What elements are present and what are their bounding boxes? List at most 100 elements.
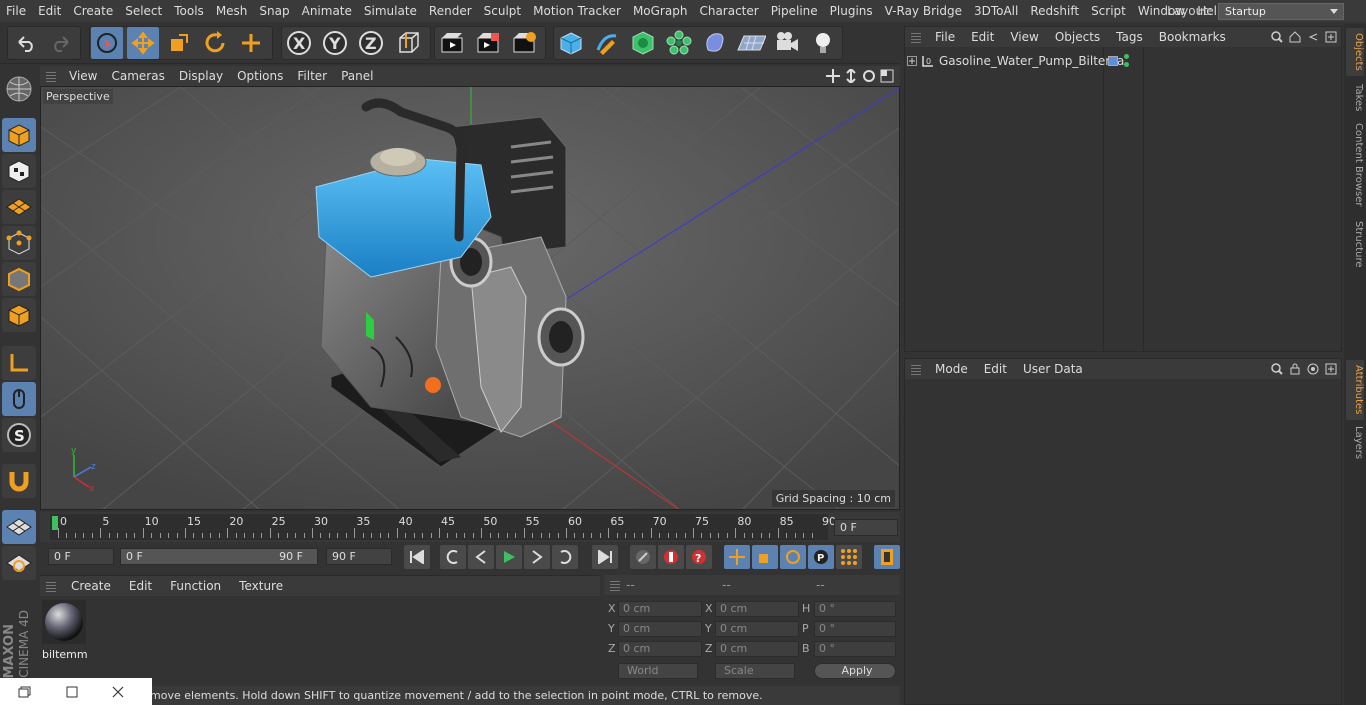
- scale-tool-icon[interactable]: [163, 27, 195, 59]
- material-menu-edit[interactable]: Edit: [120, 579, 161, 593]
- points-mode-icon[interactable]: [2, 226, 36, 260]
- menu-plugins[interactable]: Plugins: [824, 4, 879, 18]
- size-x-field[interactable]: 0 cm: [715, 601, 799, 617]
- live-selection-icon[interactable]: [91, 27, 123, 59]
- key-parameter-icon[interactable]: P: [808, 545, 834, 569]
- coordinate-system-icon[interactable]: [393, 27, 425, 59]
- menu-create[interactable]: Create: [67, 4, 119, 18]
- x-axis-lock-icon[interactable]: X: [283, 27, 315, 59]
- tab-layers[interactable]: Layers: [1346, 424, 1364, 462]
- attributes-menu-edit[interactable]: Edit: [976, 362, 1015, 376]
- render-visibility-dot[interactable]: [1124, 62, 1129, 67]
- objects-menu-bookmarks[interactable]: Bookmarks: [1151, 30, 1234, 44]
- objects-menu-tags[interactable]: Tags: [1108, 30, 1151, 44]
- viewport-menu-cameras[interactable]: Cameras: [104, 69, 171, 83]
- objects-menu-file[interactable]: File: [927, 30, 963, 44]
- lock-icon[interactable]: [1289, 363, 1301, 375]
- edges-mode-icon[interactable]: [2, 262, 36, 296]
- material-thumbnail[interactable]: biltemm: [42, 600, 88, 661]
- tweak-mode-icon[interactable]: [2, 382, 36, 416]
- render-view-icon[interactable]: [436, 27, 468, 59]
- menu-pipeline[interactable]: Pipeline: [765, 4, 824, 18]
- timeline-ruler[interactable]: 0 5 10 15 20 25 30 35 40 45 50 55 60 65 70 75 80 85 90 0 F: [40, 512, 900, 542]
- go-to-start-icon[interactable]: [404, 545, 430, 569]
- menu-file[interactable]: File: [0, 4, 32, 18]
- restore-icon[interactable]: [18, 686, 32, 698]
- play-forward-icon[interactable]: [496, 545, 522, 569]
- render-settings-icon[interactable]: [508, 27, 540, 59]
- drag-handle-icon[interactable]: [911, 31, 921, 43]
- display-color-tag[interactable]: [1108, 56, 1118, 66]
- polygons-mode-icon[interactable]: [2, 298, 36, 332]
- light-object-icon[interactable]: [807, 27, 839, 59]
- model-mode-icon[interactable]: [2, 118, 36, 152]
- material-menu-create[interactable]: Create: [62, 579, 120, 593]
- rotate-tool-icon[interactable]: [199, 27, 231, 59]
- key-position-icon[interactable]: [724, 545, 750, 569]
- key-pla-icon[interactable]: [836, 545, 862, 569]
- timeline-window-icon[interactable]: [874, 545, 900, 569]
- material-menu-function[interactable]: Function: [161, 579, 230, 593]
- record-active-icon[interactable]: [658, 545, 684, 569]
- timeline-track[interactable]: 0 5 10 15 20 25 30 35 40 45 50 55 60 65 70 75 80 85 90: [50, 514, 836, 540]
- menu-redshift[interactable]: Redshift: [1024, 4, 1085, 18]
- playhead-marker[interactable]: [52, 516, 58, 530]
- menu-motion-tracker[interactable]: Motion Tracker: [527, 4, 627, 18]
- next-key-icon[interactable]: [552, 545, 578, 569]
- tab-content-browser[interactable]: Content Browser: [1346, 120, 1364, 210]
- go-to-end-icon[interactable]: [592, 545, 618, 569]
- key-scale-icon[interactable]: [752, 545, 778, 569]
- drag-handle-icon[interactable]: [610, 579, 620, 591]
- search-icon[interactable]: [1271, 31, 1283, 43]
- next-frame-icon[interactable]: [524, 545, 550, 569]
- object-row[interactable]: 0 Gasoline_Water_Pump_Biltema: [907, 53, 1124, 69]
- pos-y-field[interactable]: 0 cm: [618, 621, 702, 637]
- tab-attributes[interactable]: Attributes: [1346, 360, 1364, 420]
- undo-icon[interactable]: [10, 27, 42, 59]
- record-keys-off-icon[interactable]: [630, 545, 656, 569]
- current-frame-field[interactable]: 0 F: [834, 519, 898, 536]
- menu-vray-bridge[interactable]: V-Ray Bridge: [879, 4, 968, 18]
- menu-render[interactable]: Render: [423, 4, 478, 18]
- rot-b-field[interactable]: 0 °: [814, 641, 896, 657]
- drag-handle-icon[interactable]: [46, 580, 56, 592]
- dolly-view-icon[interactable]: [844, 69, 858, 83]
- tab-objects[interactable]: Objects: [1346, 28, 1364, 76]
- pos-x-field[interactable]: 0 cm: [618, 601, 702, 617]
- menu-snap[interactable]: Snap: [253, 4, 295, 18]
- viewport-menu-options[interactable]: Options: [230, 69, 290, 83]
- size-mode-dropdown[interactable]: Scale: [715, 663, 795, 679]
- close-icon[interactable]: [112, 686, 124, 698]
- expand-icon[interactable]: [907, 56, 917, 66]
- viewport-menu-filter[interactable]: Filter: [290, 69, 334, 83]
- viewport-menu-display[interactable]: Display: [172, 69, 230, 83]
- tab-structure[interactable]: Structure: [1346, 218, 1364, 270]
- objects-menu-view[interactable]: View: [1002, 30, 1046, 44]
- coordinate-space-dropdown[interactable]: World: [618, 663, 698, 679]
- menu-animate[interactable]: Animate: [296, 4, 358, 18]
- layout-dropdown[interactable]: Startup: [1218, 2, 1344, 20]
- material-menu-texture[interactable]: Texture: [230, 579, 292, 593]
- workplane-lock-icon[interactable]: [2, 510, 36, 544]
- menu-mesh[interactable]: Mesh: [210, 4, 254, 18]
- back-icon[interactable]: [1307, 31, 1319, 43]
- drag-handle-icon[interactable]: [46, 70, 56, 82]
- viewport-menu-panel[interactable]: Panel: [334, 69, 380, 83]
- make-editable-icon[interactable]: [2, 72, 36, 106]
- viewport-menu-view[interactable]: View: [62, 69, 104, 83]
- menu-3dtoall[interactable]: 3DToAll: [968, 4, 1024, 18]
- pos-z-field[interactable]: 0 cm: [618, 641, 702, 657]
- move-tool-icon[interactable]: [127, 27, 159, 59]
- render-picture-viewer-icon[interactable]: [472, 27, 504, 59]
- start-frame-field[interactable]: 0 F: [48, 548, 114, 565]
- cube-object-icon[interactable]: [555, 27, 587, 59]
- menu-character[interactable]: Character: [693, 4, 764, 18]
- previous-key-icon[interactable]: [440, 545, 466, 569]
- rotate-view-icon[interactable]: [862, 69, 876, 83]
- key-rotation-icon[interactable]: [780, 545, 806, 569]
- home-icon[interactable]: [1289, 31, 1301, 43]
- transform-tool-icon[interactable]: [235, 27, 267, 59]
- attributes-menu-mode[interactable]: Mode: [927, 362, 976, 376]
- maximize-icon[interactable]: [66, 686, 78, 698]
- texture-mode-icon[interactable]: [2, 154, 36, 188]
